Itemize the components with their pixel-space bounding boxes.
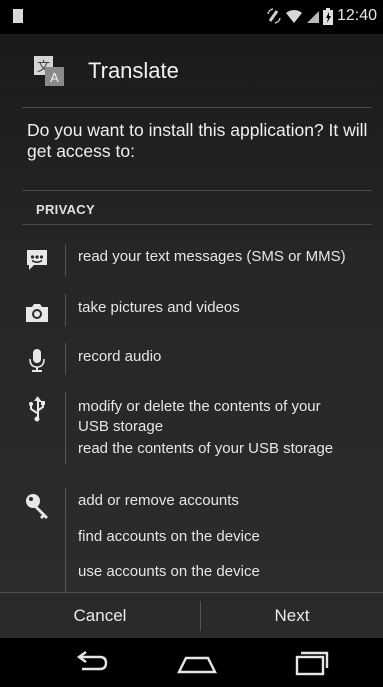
battery-icon xyxy=(322,7,333,25)
question-divider xyxy=(22,190,372,191)
permission-sms: read your text messages (SMS or MMS) xyxy=(0,242,383,278)
key-icon xyxy=(26,494,48,519)
status-bar: 12:40 xyxy=(0,0,383,34)
permission-line: use accounts on the device xyxy=(78,563,260,580)
permission-line: USB storage xyxy=(78,418,164,435)
app-header: 文 A Translate xyxy=(0,34,383,106)
permission-line: take pictures and videos xyxy=(78,299,240,316)
recent-apps-icon[interactable] xyxy=(284,648,334,678)
permission-line: add or remove accounts xyxy=(78,492,239,509)
permission-camera: take pictures and videos xyxy=(0,292,383,328)
permission-line: read the contents of your USB storage xyxy=(78,440,334,457)
message-icon xyxy=(27,250,47,270)
home-icon[interactable] xyxy=(172,648,222,678)
translate-app-icon: 文 A xyxy=(34,56,64,86)
camera-icon xyxy=(26,304,48,322)
system-icons: 12:40 xyxy=(267,7,377,25)
permission-line: record audio xyxy=(78,348,162,365)
app-title: Translate xyxy=(88,58,179,83)
cancel-button[interactable]: Cancel xyxy=(0,593,200,639)
rotation-icon xyxy=(267,8,281,24)
permission-line: read your text messages (SMS or MMS) xyxy=(78,248,346,265)
button-bar: Cancel Next xyxy=(0,592,383,639)
next-button[interactable]: Next xyxy=(201,593,383,639)
signal-icon xyxy=(306,11,319,23)
navigation-bar xyxy=(0,638,383,687)
permission-accounts: add or remove accounts find accounts on … xyxy=(0,486,383,592)
back-icon[interactable] xyxy=(66,648,116,678)
usb-icon xyxy=(29,396,45,422)
status-time: 12:40 xyxy=(336,7,377,24)
notification-icon xyxy=(13,9,23,23)
permission-microphone: record audio xyxy=(0,341,383,377)
section-privacy: PRIVACY xyxy=(36,202,95,217)
permission-line: modify or delete the contents of your xyxy=(78,398,321,415)
section-divider xyxy=(22,224,372,225)
permission-line: find accounts on the device xyxy=(78,528,260,545)
header-divider xyxy=(22,107,372,108)
permission-usb-storage: modify or delete the contents of your US… xyxy=(0,390,383,466)
install-dialog: 文 A Translate Do you want to install thi… xyxy=(0,34,383,592)
microphone-icon xyxy=(29,349,45,372)
wifi-icon xyxy=(285,9,302,23)
install-question: Do you want to install this application?… xyxy=(27,120,368,161)
svg-text:A: A xyxy=(50,70,59,85)
